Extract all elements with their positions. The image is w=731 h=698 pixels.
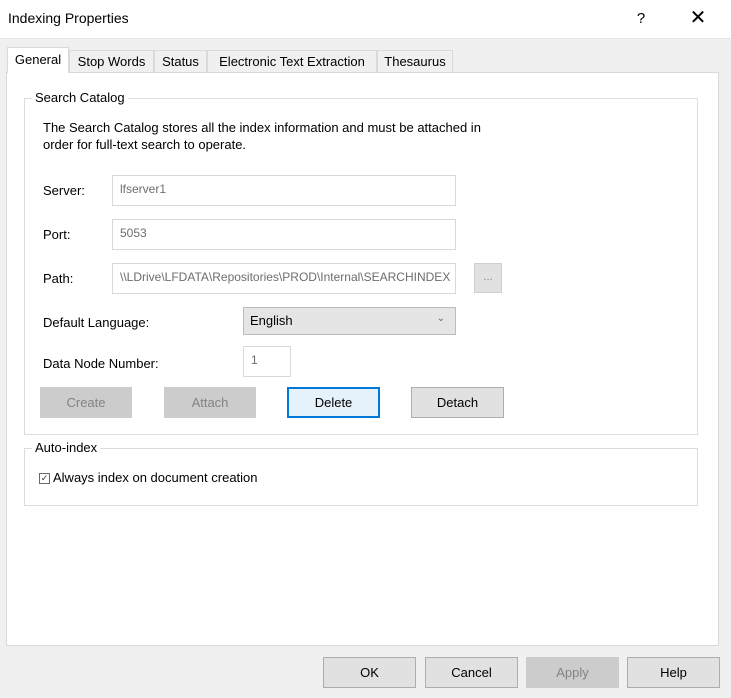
tab-status[interactable]: Status — [154, 50, 207, 72]
server-field[interactable]: lfserver1 — [112, 175, 456, 206]
tab-stop-words[interactable]: Stop Words — [69, 50, 154, 72]
close-icon[interactable]: ✕ — [682, 4, 714, 32]
search-catalog-legend: Search Catalog — [32, 90, 128, 105]
default-language-select[interactable]: English ⌄ — [243, 307, 456, 335]
always-index-checkbox[interactable]: ✓ — [39, 473, 50, 484]
catalog-description-line2: order for full-text search to operate. — [43, 137, 247, 152]
path-label: Path: — [43, 271, 74, 286]
check-icon: ✓ — [40, 473, 49, 483]
always-index-label[interactable]: Always index on document creation — [53, 470, 258, 485]
tab-general[interactable]: General — [7, 47, 69, 73]
path-field[interactable]: \\LDrive\LFDATA\Repositories\PROD\Intern… — [112, 263, 456, 294]
data-node-number-label: Data Node Number: — [43, 356, 159, 371]
delete-button[interactable]: Delete — [287, 387, 380, 418]
auto-index-legend: Auto-index — [32, 440, 101, 455]
port-field[interactable]: 5053 — [112, 219, 456, 250]
server-label: Server: — [43, 183, 85, 198]
window-title: Indexing Properties — [8, 10, 129, 26]
cancel-button[interactable]: Cancel — [425, 657, 518, 688]
ok-button[interactable]: OK — [323, 657, 416, 688]
data-node-number-field[interactable]: 1 — [243, 346, 291, 377]
create-button[interactable]: Create — [40, 387, 132, 418]
detach-button[interactable]: Detach — [411, 387, 504, 418]
browse-path-button[interactable]: ... — [474, 263, 502, 293]
default-language-value: English — [250, 313, 293, 328]
default-language-label: Default Language: — [43, 315, 150, 330]
catalog-description-line1: The Search Catalog stores all the index … — [43, 120, 481, 135]
tab-electronic-text-extraction[interactable]: Electronic Text Extraction — [207, 50, 377, 72]
tab-thesaurus[interactable]: Thesaurus — [377, 50, 453, 72]
title-bar: Indexing Properties ? ✕ — [0, 0, 731, 39]
chevron-down-icon: ⌄ — [436, 313, 445, 324]
apply-button[interactable]: Apply — [526, 657, 619, 688]
help-button[interactable]: Help — [627, 657, 720, 688]
port-label: Port: — [43, 227, 71, 242]
help-icon[interactable]: ? — [626, 6, 656, 32]
attach-button[interactable]: Attach — [164, 387, 256, 418]
